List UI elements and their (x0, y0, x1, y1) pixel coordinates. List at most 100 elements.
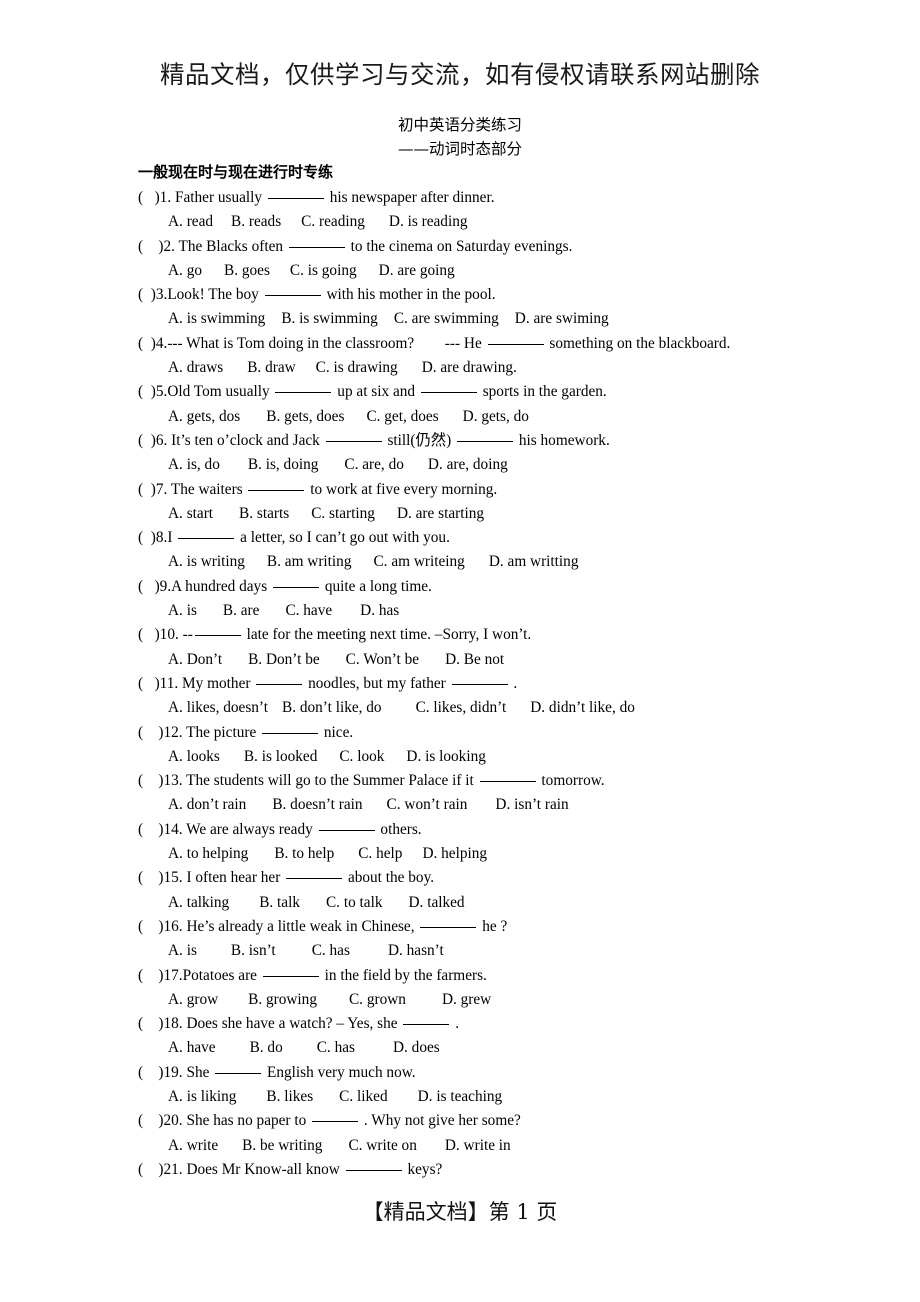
answer-bracket[interactable]: ( ) (138, 964, 164, 988)
answer-bracket[interactable]: ( ) (138, 380, 156, 404)
answer-blank[interactable] (420, 392, 477, 394)
option-choice[interactable]: D. does (393, 1036, 440, 1060)
answer-bracket[interactable]: ( ) (138, 1012, 164, 1036)
option-choice[interactable]: C. write on (348, 1134, 416, 1158)
answer-blank[interactable] (194, 635, 241, 637)
option-choice[interactable]: D. are drawing. (422, 356, 517, 380)
option-choice[interactable]: A. Don’t (168, 648, 222, 672)
option-choice[interactable]: D. gets, do (463, 405, 529, 429)
answer-blank[interactable] (264, 295, 321, 297)
answer-bracket[interactable]: ( ) (138, 186, 160, 210)
answer-bracket[interactable]: ( ) (138, 769, 164, 793)
option-choice[interactable]: C. is going (290, 259, 357, 283)
option-choice[interactable]: D. has (360, 599, 399, 623)
answer-blank[interactable] (288, 246, 345, 248)
option-choice[interactable]: C. has (317, 1036, 355, 1060)
option-choice[interactable]: A. have (168, 1036, 216, 1060)
option-choice[interactable]: A. is liking (168, 1085, 236, 1109)
answer-bracket[interactable]: ( ) (138, 1061, 164, 1085)
answer-blank[interactable] (457, 440, 514, 442)
option-choice[interactable]: C. has (312, 939, 350, 963)
option-choice[interactable]: D. are starting (397, 502, 484, 526)
answer-bracket[interactable]: ( ) (138, 818, 164, 842)
answer-blank[interactable] (345, 1169, 402, 1171)
option-choice[interactable]: D. grew (442, 988, 491, 1012)
answer-blank[interactable] (487, 343, 544, 345)
option-choice[interactable]: C. to talk (326, 891, 383, 915)
option-choice[interactable]: C. liked (339, 1085, 387, 1109)
answer-blank[interactable] (403, 1024, 450, 1026)
option-choice[interactable]: D. is reading (389, 210, 468, 234)
option-choice[interactable]: D. isn’t rain (495, 793, 568, 817)
option-choice[interactable]: B. draw (247, 356, 295, 380)
answer-bracket[interactable]: ( ) (138, 1158, 164, 1182)
option-choice[interactable]: C. am writeing (373, 550, 464, 574)
option-choice[interactable]: A. start (168, 502, 213, 526)
option-choice[interactable]: A. is swimming (168, 307, 265, 331)
option-choice[interactable]: D. are swiming (515, 307, 609, 331)
answer-blank[interactable] (312, 1121, 359, 1123)
option-choice[interactable]: B. starts (239, 502, 289, 526)
answer-blank[interactable] (267, 198, 324, 199)
option-choice[interactable]: D. Be not (445, 648, 504, 672)
option-choice[interactable]: D. helping (422, 842, 487, 866)
option-choice[interactable]: C. Won’t be (346, 648, 419, 672)
answer-blank[interactable] (262, 975, 319, 977)
option-choice[interactable]: D. write in (445, 1134, 511, 1158)
option-choice[interactable]: D. are going (379, 259, 455, 283)
answer-bracket[interactable]: ( ) (138, 526, 156, 550)
answer-blank[interactable] (178, 538, 235, 540)
answer-bracket[interactable]: ( ) (138, 332, 156, 356)
option-choice[interactable]: B. are (223, 599, 260, 623)
option-choice[interactable]: C. won’t rain (387, 793, 468, 817)
answer-blank[interactable] (286, 878, 343, 880)
option-choice[interactable]: D. is teaching (418, 1085, 503, 1109)
option-choice[interactable]: C. get, does (366, 405, 438, 429)
answer-blank[interactable] (479, 781, 536, 783)
option-choice[interactable]: C. are, do (344, 453, 403, 477)
option-choice[interactable]: C. likes, didn’t (416, 696, 507, 720)
option-choice[interactable]: B. be writing (242, 1134, 322, 1158)
option-choice[interactable]: A. gets, dos (168, 405, 240, 429)
option-choice[interactable]: D. am writting (489, 550, 579, 574)
option-choice[interactable]: A. is (168, 599, 197, 623)
option-choice[interactable]: D. hasn’t (388, 939, 444, 963)
option-choice[interactable]: A. go (168, 259, 202, 283)
option-choice[interactable]: C. starting (311, 502, 375, 526)
answer-blank[interactable] (275, 392, 332, 394)
option-choice[interactable]: A. looks (168, 745, 220, 769)
option-choice[interactable]: B. growing (248, 988, 317, 1012)
answer-blank[interactable] (273, 586, 319, 588)
answer-bracket[interactable]: ( ) (138, 478, 156, 502)
option-choice[interactable]: A. talking (168, 891, 229, 915)
answer-bracket[interactable]: ( ) (138, 866, 164, 890)
answer-blank[interactable] (262, 732, 319, 734)
option-choice[interactable]: B. reads (231, 210, 281, 234)
option-choice[interactable]: D. is looking (406, 745, 485, 769)
option-choice[interactable]: A. is (168, 939, 197, 963)
answer-blank[interactable] (215, 1072, 262, 1074)
option-choice[interactable]: C. have (285, 599, 332, 623)
option-choice[interactable]: C. reading (301, 210, 365, 234)
option-choice[interactable]: B. to help (274, 842, 334, 866)
option-choice[interactable]: A. is writing (168, 550, 245, 574)
option-choice[interactable]: A. grow (168, 988, 218, 1012)
option-choice[interactable]: B. goes (224, 259, 270, 283)
option-choice[interactable]: A. likes, doesn’t (168, 696, 268, 720)
answer-blank[interactable] (256, 683, 303, 685)
option-choice[interactable]: B. likes (266, 1085, 313, 1109)
option-choice[interactable]: B. am writing (267, 550, 352, 574)
answer-bracket[interactable]: ( ) (138, 1109, 164, 1133)
option-choice[interactable]: A. draws (168, 356, 223, 380)
answer-blank[interactable] (248, 489, 305, 491)
option-choice[interactable]: A. write (168, 1134, 218, 1158)
answer-bracket[interactable]: ( ) (138, 623, 160, 647)
option-choice[interactable]: C. grown (349, 988, 406, 1012)
answer-bracket[interactable]: ( ) (138, 429, 156, 453)
option-choice[interactable]: B. don’t like, do (282, 696, 382, 720)
option-choice[interactable]: D. didn’t like, do (530, 696, 635, 720)
option-choice[interactable]: B. is swimming (281, 307, 377, 331)
option-choice[interactable]: A. don’t rain (168, 793, 246, 817)
answer-bracket[interactable]: ( ) (138, 672, 160, 696)
option-choice[interactable]: B. do (250, 1036, 283, 1060)
